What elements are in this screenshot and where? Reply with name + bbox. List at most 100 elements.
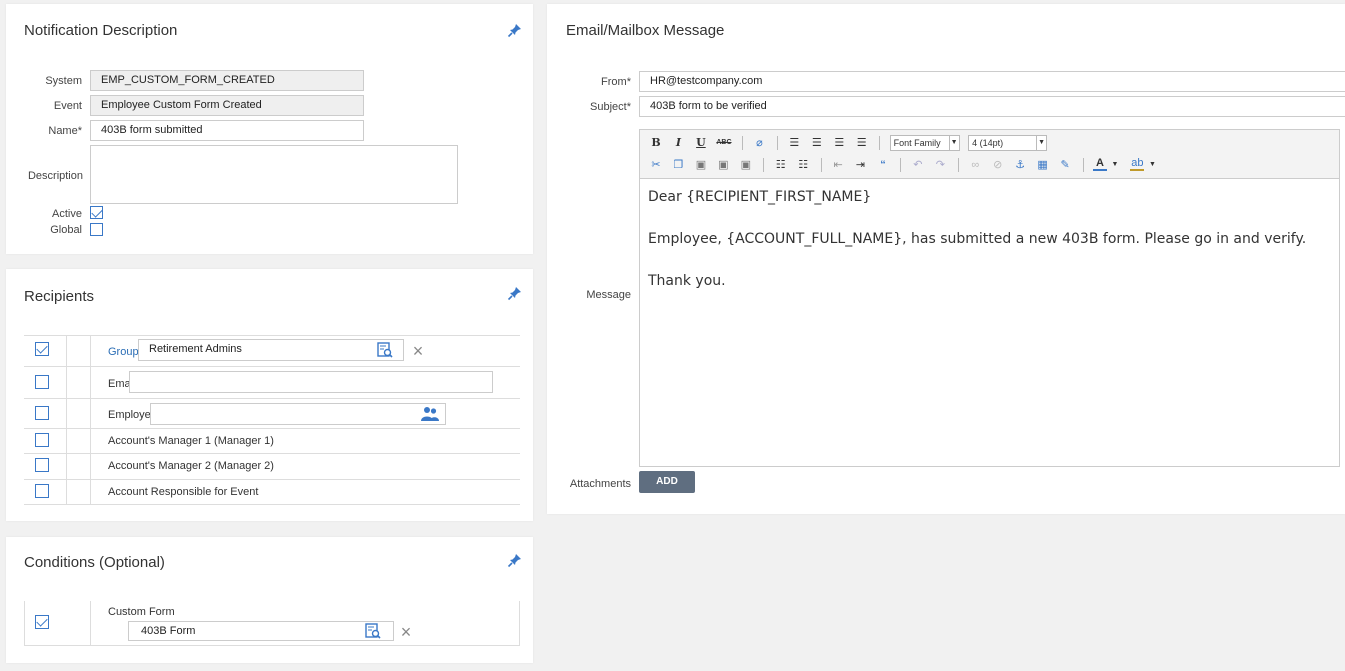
editor-toolbar: B I U ABC ⌀ ☰ ☰ ☰ ☰ Font Family ▼ 4 (14pt… bbox=[640, 130, 1339, 179]
recipient-checkbox[interactable] bbox=[35, 484, 49, 498]
global-checkbox[interactable] bbox=[90, 223, 103, 236]
group-input[interactable]: Retirement Admins bbox=[138, 339, 404, 361]
column-divider bbox=[24, 601, 25, 645]
align-right-icon[interactable]: ☰ bbox=[832, 134, 846, 152]
column-divider bbox=[66, 480, 67, 504]
paste-text-icon[interactable]: ▣ bbox=[716, 156, 730, 174]
chevron-down-icon: ▼ bbox=[1036, 136, 1046, 150]
message-label: Message bbox=[586, 289, 631, 301]
clean-up-icon[interactable]: ✎ bbox=[1058, 156, 1072, 174]
toolbar-separator bbox=[741, 136, 743, 150]
pin-icon[interactable] bbox=[507, 552, 523, 568]
highlight-color-icon[interactable]: ab bbox=[1130, 156, 1145, 171]
recipient-row-group: Group: Retirement Admins × bbox=[24, 336, 520, 367]
attachments-label: Attachments bbox=[569, 478, 631, 490]
event-field: Employee Custom Form Created bbox=[90, 95, 364, 116]
recipient-checkbox[interactable] bbox=[35, 375, 49, 389]
align-center-icon[interactable]: ☰ bbox=[810, 134, 824, 152]
name-input[interactable]: 403B form submitted bbox=[90, 120, 364, 141]
lookup-search-icon[interactable] bbox=[376, 341, 394, 359]
column-divider bbox=[66, 399, 67, 428]
recipient-checkbox[interactable] bbox=[35, 406, 49, 420]
font-color-icon[interactable]: A bbox=[1092, 156, 1107, 171]
remove-close-icon[interactable]: × bbox=[399, 623, 413, 641]
system-field: EMP_CUSTOM_FORM_CREATED bbox=[90, 70, 364, 91]
column-divider bbox=[90, 429, 91, 453]
group-label: Group: bbox=[108, 346, 142, 358]
anchor-icon[interactable]: ⚓ bbox=[1013, 156, 1027, 174]
panel-title: Conditions (Optional) bbox=[24, 554, 165, 571]
add-attachment-button[interactable]: ADD bbox=[639, 471, 695, 493]
eraser-icon[interactable]: ⌀ bbox=[752, 134, 766, 152]
toolbar-separator bbox=[1082, 158, 1084, 172]
conditions-panel: Conditions (Optional) Custom Form 403B F… bbox=[6, 537, 533, 663]
notification-description-panel: Notification Description System EMP_CUST… bbox=[6, 4, 533, 254]
panel-title: Notification Description bbox=[24, 22, 178, 39]
underline-button[interactable]: U bbox=[694, 134, 708, 152]
recipient-row-email: Email bbox=[24, 367, 520, 399]
align-left-icon[interactable]: ☰ bbox=[787, 134, 801, 152]
condition-checkbox[interactable] bbox=[35, 615, 49, 629]
column-divider bbox=[90, 480, 91, 504]
numbered-list-icon[interactable]: ☷ bbox=[796, 156, 810, 174]
remove-close-icon[interactable]: × bbox=[411, 342, 425, 360]
outdent-icon[interactable]: ⇤ bbox=[831, 156, 845, 174]
from-input[interactable]: HR@testcompany.com bbox=[639, 71, 1345, 92]
recipient-checkbox[interactable] bbox=[35, 342, 49, 356]
recipients-panel: Recipients Group: Retirement Admins × Em… bbox=[6, 269, 533, 521]
email-message-panel: Email/Mailbox Message From* HR@testcompa… bbox=[547, 4, 1345, 514]
unlink-icon[interactable]: ⊘ bbox=[991, 156, 1005, 174]
copy-icon[interactable]: ❐ bbox=[671, 156, 685, 174]
column-divider bbox=[90, 336, 91, 366]
column-divider bbox=[90, 367, 91, 398]
undo-icon[interactable]: ↶ bbox=[911, 156, 925, 174]
subject-label: Subject* bbox=[590, 101, 631, 113]
manager-2-label: Account's Manager 2 (Manager 2) bbox=[108, 460, 274, 472]
recipient-row-employee: Employee bbox=[24, 399, 520, 429]
column-divider bbox=[66, 367, 67, 398]
active-checkbox[interactable] bbox=[90, 206, 103, 219]
system-label: System bbox=[45, 75, 82, 87]
message-line-1: Dear {RECIPIENT_FIRST_NAME} bbox=[648, 189, 872, 205]
subject-input[interactable]: 403B form to be verified bbox=[639, 96, 1345, 117]
column-divider bbox=[90, 454, 91, 479]
chevron-down-icon[interactable]: ▼ bbox=[1145, 156, 1159, 174]
pin-icon[interactable] bbox=[507, 22, 523, 38]
align-justify-icon[interactable]: ☰ bbox=[855, 134, 869, 152]
column-divider bbox=[66, 336, 67, 366]
italic-button[interactable]: I bbox=[671, 134, 685, 152]
font-family-select[interactable]: Font Family ▼ bbox=[889, 135, 960, 151]
message-line-3: Thank you. bbox=[648, 273, 726, 289]
recipient-checkbox[interactable] bbox=[35, 458, 49, 472]
employee-input[interactable] bbox=[150, 403, 446, 425]
bold-button[interactable]: B bbox=[649, 134, 663, 152]
people-icon[interactable] bbox=[420, 406, 440, 422]
link-icon[interactable]: ∞ bbox=[968, 156, 982, 174]
pin-icon[interactable] bbox=[507, 285, 523, 301]
responsible-label: Account Responsible for Event bbox=[108, 486, 259, 498]
paste-word-icon[interactable]: ▣ bbox=[739, 156, 753, 174]
cut-icon[interactable]: ✂ bbox=[649, 156, 663, 174]
message-line-2: Employee, {ACCOUNT_FULL_NAME}, has submi… bbox=[648, 231, 1307, 247]
event-label: Event bbox=[53, 100, 82, 112]
image-icon[interactable]: ▦ bbox=[1036, 156, 1050, 174]
custom-form-label: Custom Form bbox=[108, 606, 175, 618]
chevron-down-icon: ▼ bbox=[948, 136, 959, 150]
strikethrough-icon[interactable]: ABC bbox=[716, 134, 731, 152]
recipient-checkbox[interactable] bbox=[35, 433, 49, 447]
custom-form-input[interactable]: 403B Form bbox=[128, 621, 394, 641]
toolbar-row-2: ✂ ❐ ▣ ▣ ▣ ☷ ☷ ⇤ ⇥ “ ↶ ↷ ∞ ⊘ ⚓ ▦ ✎ A ▼ ab… bbox=[649, 156, 1339, 176]
editor-content[interactable]: Dear {RECIPIENT_FIRST_NAME} Employee, {A… bbox=[648, 188, 1331, 290]
description-textarea[interactable] bbox=[90, 145, 458, 204]
paste-icon[interactable]: ▣ bbox=[694, 156, 708, 174]
chevron-down-icon[interactable]: ▼ bbox=[1108, 156, 1122, 174]
font-size-select[interactable]: 4 (14pt) ▼ bbox=[968, 135, 1048, 151]
redo-icon[interactable]: ↷ bbox=[933, 156, 947, 174]
email-input[interactable] bbox=[129, 371, 493, 393]
bullet-list-icon[interactable]: ☷ bbox=[774, 156, 788, 174]
toolbar-row-1: B I U ABC ⌀ ☰ ☰ ☰ ☰ Font Family ▼ 4 (14pt… bbox=[649, 134, 1339, 154]
blockquote-icon[interactable]: “ bbox=[876, 156, 890, 174]
indent-icon[interactable]: ⇥ bbox=[854, 156, 868, 174]
column-divider bbox=[90, 399, 91, 428]
lookup-search-icon[interactable] bbox=[364, 622, 382, 640]
